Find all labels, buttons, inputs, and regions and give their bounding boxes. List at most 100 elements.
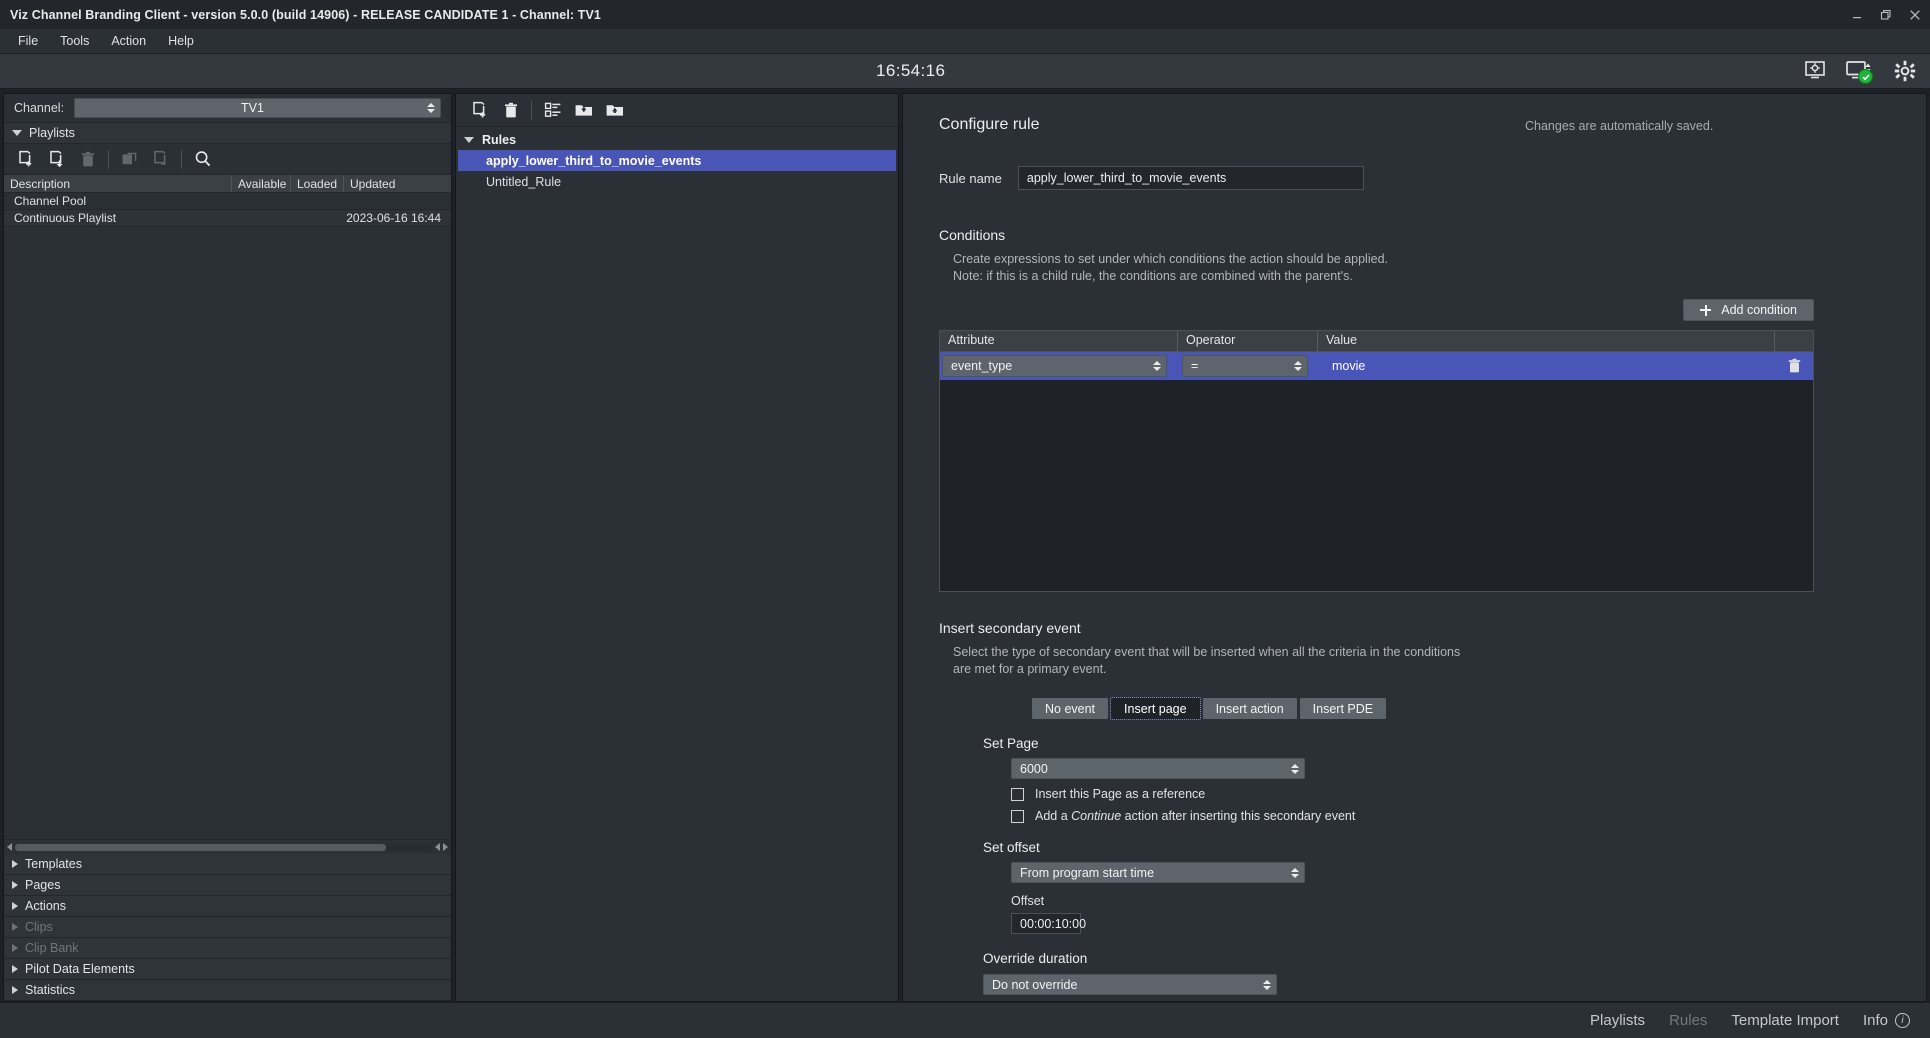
- plus-icon: [1700, 305, 1711, 316]
- status-tab-rules[interactable]: Rules: [1669, 1012, 1707, 1029]
- menu-tools[interactable]: Tools: [50, 31, 99, 51]
- conditions-description-2: Note: if this is a child rule, the condi…: [953, 268, 1926, 285]
- table-row[interactable]: Continuous Playlist 2023-06-16 16:44: [4, 210, 451, 227]
- rule-properties-icon[interactable]: [537, 97, 568, 123]
- insert-page-reference-row: Insert this Page as a reference: [1011, 787, 1926, 801]
- scroll-left-icon-2[interactable]: [435, 843, 440, 851]
- chevron-updown-icon: [1291, 764, 1299, 774]
- sidebar-item-label: Pilot Data Elements: [25, 962, 135, 976]
- toolbar-separator: [108, 150, 109, 169]
- chevron-right-icon: [12, 902, 18, 910]
- override-duration-title: Override duration: [983, 951, 1926, 966]
- sidebar-item-pages[interactable]: Pages: [4, 875, 451, 896]
- add-condition-button[interactable]: Add condition: [1683, 299, 1814, 321]
- search-icon[interactable]: [187, 146, 218, 172]
- chevron-updown-icon: [1153, 361, 1161, 371]
- restore-icon[interactable]: [1878, 7, 1893, 22]
- monitor-config-icon[interactable]: [1804, 60, 1828, 82]
- playlists-section-label: Playlists: [29, 126, 75, 140]
- status-tab-info-label: Info: [1863, 1012, 1888, 1029]
- menu-help[interactable]: Help: [158, 31, 204, 51]
- menu-action[interactable]: Action: [101, 31, 156, 51]
- rule-item-untitled[interactable]: Untitled_Rule: [458, 171, 896, 192]
- export-playlist-icon: [145, 146, 176, 172]
- output-status-icon[interactable]: [1846, 60, 1876, 82]
- chevron-updown-icon: [427, 103, 435, 113]
- new-rule-icon[interactable]: [464, 97, 495, 123]
- offset-label: Offset: [1011, 894, 1926, 908]
- set-page-select[interactable]: 6000: [1011, 758, 1305, 779]
- column-header-description[interactable]: Description: [4, 175, 232, 192]
- sidebar-item-templates[interactable]: Templates: [4, 854, 451, 875]
- segment-insert-page[interactable]: Insert page: [1111, 698, 1200, 719]
- column-header-operator[interactable]: Operator: [1178, 331, 1318, 351]
- chevron-right-icon: [12, 881, 18, 889]
- add-continue-action-checkbox[interactable]: [1011, 810, 1024, 823]
- minimize-icon[interactable]: [1849, 7, 1864, 22]
- close-icon[interactable]: [1907, 7, 1922, 22]
- channel-select-value: TV1: [241, 101, 264, 115]
- new-playlist-icon[interactable]: [10, 146, 41, 172]
- scroll-thumb[interactable]: [15, 844, 386, 851]
- sidebar-item-label: Templates: [25, 857, 82, 871]
- condition-attribute-value: event_type: [951, 359, 1012, 373]
- sidebar-item-pilot-data-elements[interactable]: Pilot Data Elements: [4, 959, 451, 980]
- conditions-table: Attribute Operator Value event_type: [939, 330, 1814, 592]
- rule-item-label: apply_lower_third_to_movie_events: [486, 154, 701, 168]
- segment-insert-action[interactable]: Insert action: [1203, 698, 1297, 719]
- segment-no-event[interactable]: No event: [1032, 698, 1108, 719]
- secondary-event-type-toggle-group: No event Insert page Insert action Inser…: [939, 698, 1926, 719]
- status-tab-template-import[interactable]: Template Import: [1731, 1012, 1839, 1029]
- override-duration-select[interactable]: Do not override: [983, 974, 1277, 995]
- status-tab-info[interactable]: Info i: [1863, 1012, 1910, 1029]
- chevron-updown-icon: [1263, 980, 1271, 990]
- column-header-loaded[interactable]: Loaded: [291, 175, 344, 192]
- segment-insert-pde[interactable]: Insert PDE: [1300, 698, 1386, 719]
- scroll-right-icon[interactable]: [443, 843, 448, 851]
- status-bar: Playlists Rules Template Import Info i: [0, 1002, 1930, 1038]
- insert-page-reference-checkbox[interactable]: [1011, 788, 1024, 801]
- column-header-attribute[interactable]: Attribute: [940, 331, 1178, 351]
- condition-value-cell[interactable]: movie: [1322, 359, 1775, 373]
- rules-toolbar: [456, 94, 898, 127]
- scroll-left-icon[interactable]: [7, 843, 12, 851]
- add-condition-row: Add condition: [939, 299, 1814, 321]
- offset-value: 00:00:10:00: [1020, 917, 1086, 931]
- condition-attribute-select[interactable]: event_type: [942, 355, 1167, 377]
- rule-name-input[interactable]: apply_lower_third_to_movie_events: [1018, 166, 1364, 190]
- window-title: Viz Channel Branding Client - version 5.…: [10, 8, 601, 22]
- column-header-available[interactable]: Available: [232, 175, 291, 192]
- column-header-value[interactable]: Value: [1318, 331, 1775, 351]
- sidebar-item-actions[interactable]: Actions: [4, 896, 451, 917]
- delete-rule-icon[interactable]: [495, 97, 526, 123]
- horizontal-scrollbar[interactable]: [4, 839, 451, 854]
- status-ok-badge: [1858, 69, 1873, 84]
- playlists-section-header[interactable]: Playlists: [4, 122, 451, 144]
- settings-gear-icon[interactable]: [1894, 60, 1918, 82]
- rule-name-row: Rule name apply_lower_third_to_movie_eve…: [939, 166, 1926, 190]
- condition-row[interactable]: event_type = m: [940, 352, 1813, 380]
- menu-file[interactable]: File: [8, 31, 48, 51]
- scroll-track[interactable]: [15, 844, 432, 851]
- sidebar-item-statistics[interactable]: Statistics: [4, 980, 451, 1001]
- rules-tree-root[interactable]: Rules: [456, 130, 898, 150]
- rules-tree: Rules apply_lower_third_to_movie_events …: [456, 127, 898, 1001]
- offset-mode-select[interactable]: From program start time: [1011, 862, 1305, 883]
- trash-icon[interactable]: [1775, 358, 1813, 374]
- condition-operator-cell: =: [1182, 355, 1322, 377]
- offset-input[interactable]: 00:00:10:00: [1011, 913, 1081, 934]
- status-tab-playlists[interactable]: Playlists: [1590, 1012, 1645, 1029]
- chevron-right-icon: [12, 965, 18, 973]
- sidebar-item-label: Statistics: [25, 983, 75, 997]
- export-rules-icon[interactable]: [599, 97, 630, 123]
- import-playlist-icon[interactable]: [41, 146, 72, 172]
- channel-select[interactable]: TV1: [74, 98, 441, 118]
- column-header-updated[interactable]: Updated: [344, 175, 451, 192]
- condition-operator-select[interactable]: =: [1182, 355, 1308, 377]
- table-row[interactable]: Channel Pool: [4, 193, 451, 210]
- set-offset-group: Set offset From program start time Offse…: [939, 840, 1926, 934]
- playlists-toolbar: [4, 144, 451, 174]
- rule-item-apply-lower-third[interactable]: apply_lower_third_to_movie_events: [458, 150, 896, 171]
- import-rules-icon[interactable]: [568, 97, 599, 123]
- channel-label: Channel:: [14, 101, 64, 115]
